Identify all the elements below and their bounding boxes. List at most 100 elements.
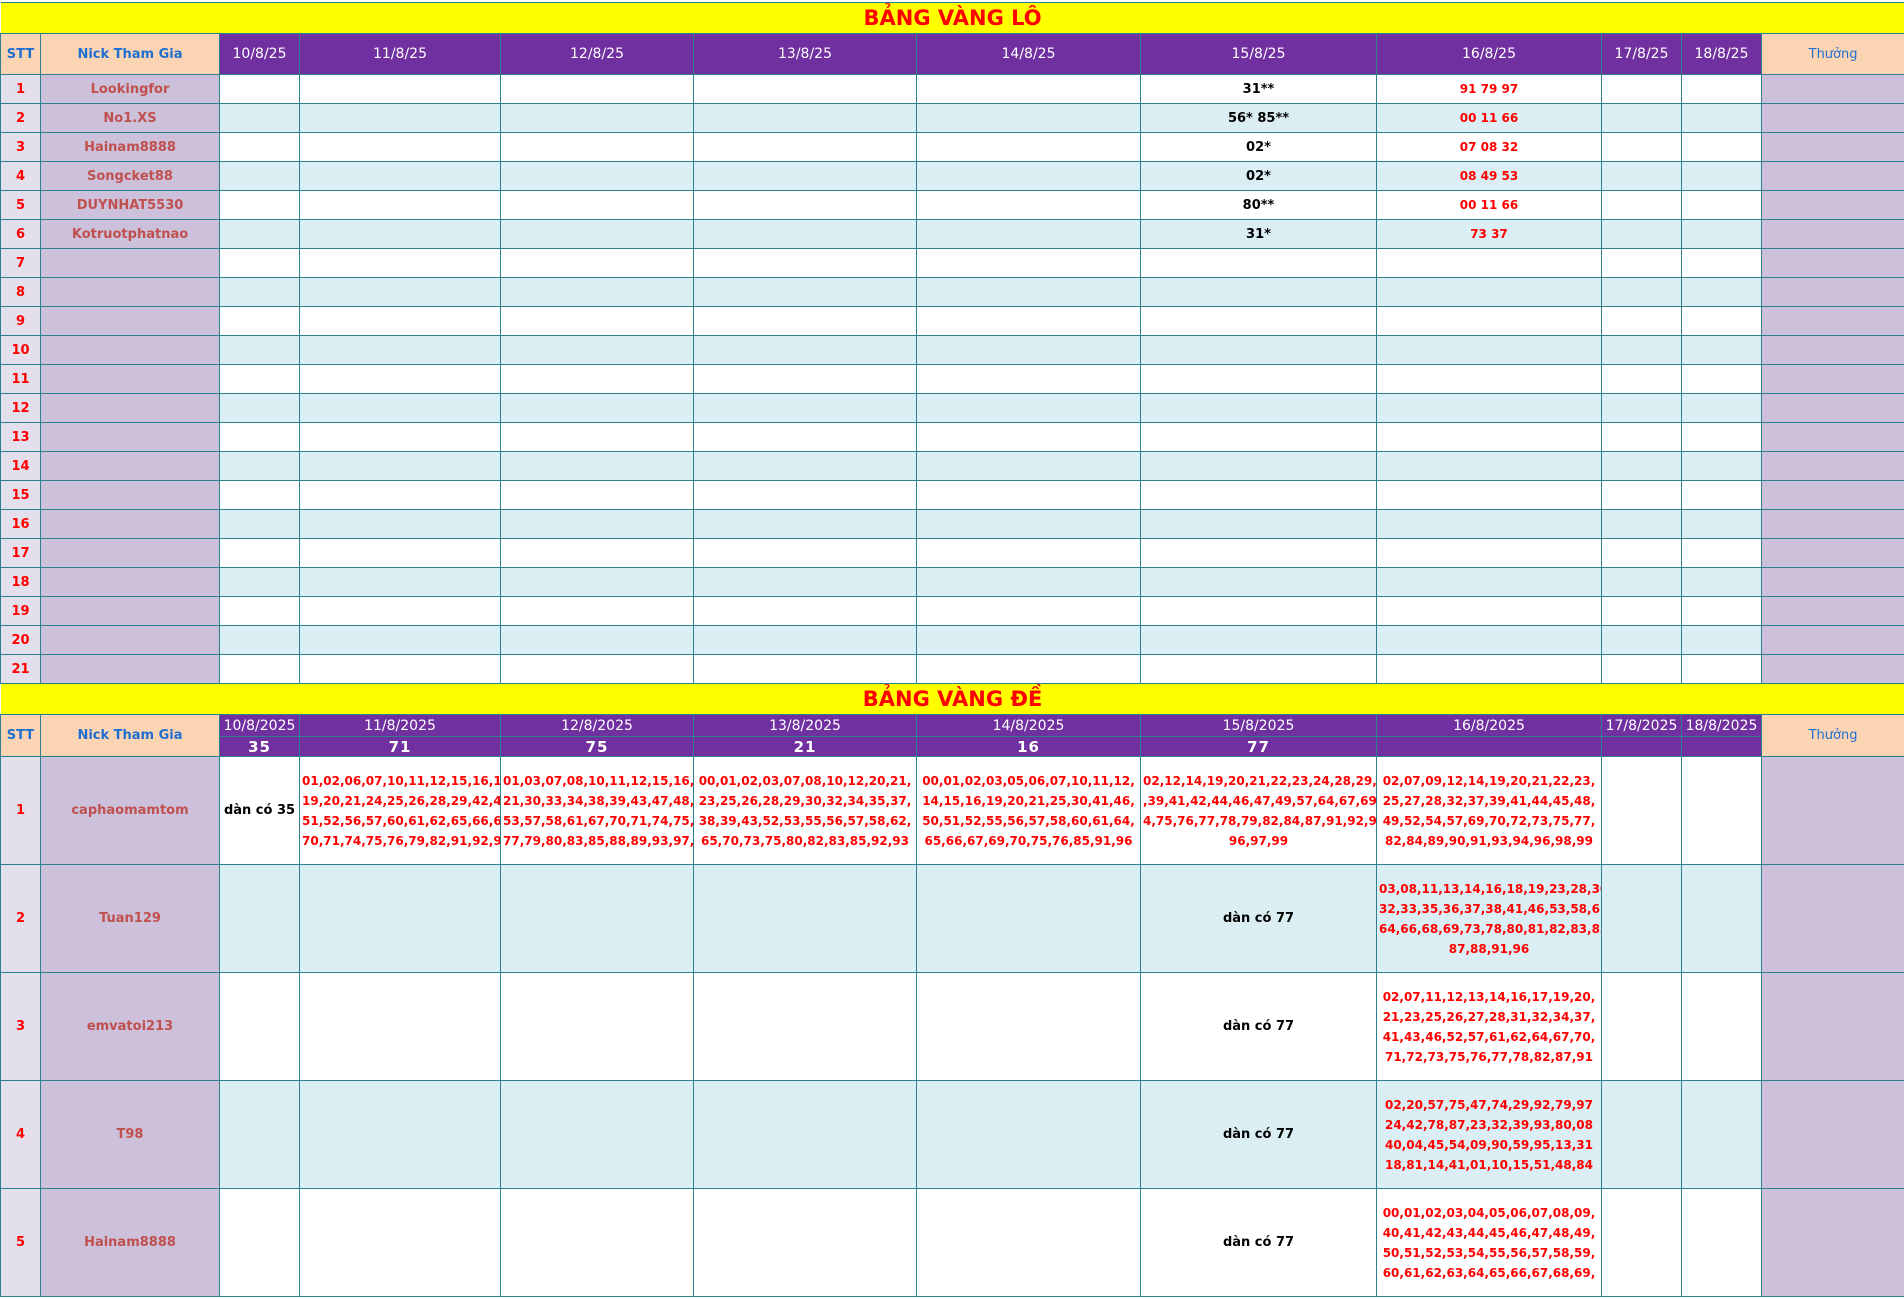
lo-cell-d18[interactable]	[1681, 219, 1762, 249]
de-cell-d11[interactable]: 01,02,06,07,10,11,12,15,16,17, 19,20,21,2…	[299, 756, 501, 865]
lo-cell-d12[interactable]	[500, 161, 694, 191]
lo-cell-d14[interactable]	[916, 335, 1141, 365]
lo-cell-d15[interactable]	[1140, 422, 1377, 452]
lo-cell-d15[interactable]	[1140, 480, 1377, 510]
lo-cell-d15[interactable]	[1140, 538, 1377, 568]
lo-cell-d14[interactable]	[916, 538, 1141, 568]
de-cell-d17[interactable]	[1601, 864, 1682, 973]
lo-cell-d17[interactable]	[1601, 161, 1682, 191]
lo-cell-d13[interactable]	[693, 364, 917, 394]
lo-cell-d11[interactable]	[299, 422, 501, 452]
lo-cell-d18[interactable]	[1681, 422, 1762, 452]
lo-cell-d17[interactable]	[1601, 654, 1682, 684]
lo-cell-d17[interactable]	[1601, 190, 1682, 220]
de-cell-d11[interactable]	[299, 864, 501, 973]
de-cell-d16[interactable]: 00,01,02,03,04,05,06,07,08,09, 40,41,42,4…	[1376, 1188, 1602, 1297]
lo-cell-d18[interactable]	[1681, 480, 1762, 510]
lo-cell-d18[interactable]	[1681, 248, 1762, 278]
lo-cell-d10[interactable]	[219, 393, 300, 423]
lo-cell-d17[interactable]	[1601, 306, 1682, 336]
lo-cell-d16[interactable]: 00 11 66	[1376, 190, 1602, 220]
lo-cell-d16[interactable]	[1376, 393, 1602, 423]
lo-cell-d17[interactable]	[1601, 480, 1682, 510]
de-cell-d15[interactable]: 02,12,14,19,20,21,22,23,24,28,29,32,37 ,3…	[1140, 756, 1377, 865]
lo-cell-d11[interactable]	[299, 161, 501, 191]
lo-cell-d12[interactable]	[500, 567, 694, 597]
lo-cell-d10[interactable]	[219, 306, 300, 336]
lo-cell-d16[interactable]	[1376, 306, 1602, 336]
lo-cell-d13[interactable]	[693, 596, 917, 626]
lo-cell-d12[interactable]	[500, 277, 694, 307]
lo-cell-d13[interactable]	[693, 567, 917, 597]
lo-cell-d16[interactable]	[1376, 335, 1602, 365]
lo-cell-d12[interactable]	[500, 422, 694, 452]
de-cell-d14[interactable]	[916, 1188, 1141, 1297]
de-cell-d12[interactable]	[500, 864, 694, 973]
lo-cell-d10[interactable]	[219, 538, 300, 568]
lo-cell-d16[interactable]: 73 37	[1376, 219, 1602, 249]
de-cell-d14[interactable]	[916, 1080, 1141, 1189]
lo-cell-d16[interactable]	[1376, 422, 1602, 452]
lo-cell-d15[interactable]	[1140, 306, 1377, 336]
lo-cell-d16[interactable]	[1376, 538, 1602, 568]
de-cell-d10[interactable]	[219, 1188, 300, 1297]
lo-cell-d16[interactable]	[1376, 451, 1602, 481]
lo-cell-d15[interactable]	[1140, 596, 1377, 626]
lo-cell-d13[interactable]	[693, 306, 917, 336]
de-cell-d13[interactable]: 00,01,02,03,07,08,10,12,20,21, 23,25,26,2…	[693, 756, 917, 865]
lo-cell-d14[interactable]	[916, 219, 1141, 249]
de-cell-d14[interactable]: 00,01,02,03,05,06,07,10,11,12, 14,15,16,1…	[916, 756, 1141, 865]
lo-cell-d11[interactable]	[299, 596, 501, 626]
lo-cell-d15[interactable]	[1140, 509, 1377, 539]
lo-cell-d18[interactable]	[1681, 596, 1762, 626]
lo-cell-d16[interactable]	[1376, 248, 1602, 278]
lo-cell-d10[interactable]	[219, 132, 300, 162]
lo-cell-d12[interactable]	[500, 132, 694, 162]
de-cell-d13[interactable]	[693, 864, 917, 973]
lo-cell-d18[interactable]	[1681, 161, 1762, 191]
lo-cell-d11[interactable]	[299, 538, 501, 568]
lo-cell-d13[interactable]	[693, 161, 917, 191]
lo-cell-d17[interactable]	[1601, 335, 1682, 365]
lo-cell-d15[interactable]: 31**	[1140, 74, 1377, 104]
lo-cell-d14[interactable]	[916, 364, 1141, 394]
lo-cell-d10[interactable]	[219, 480, 300, 510]
lo-cell-d11[interactable]	[299, 74, 501, 104]
lo-cell-d18[interactable]	[1681, 451, 1762, 481]
lo-cell-d18[interactable]	[1681, 277, 1762, 307]
lo-cell-d14[interactable]	[916, 248, 1141, 278]
lo-cell-d12[interactable]	[500, 248, 694, 278]
lo-cell-d15[interactable]	[1140, 625, 1377, 655]
lo-cell-d11[interactable]	[299, 567, 501, 597]
de-cell-d18[interactable]	[1681, 1188, 1762, 1297]
lo-cell-d18[interactable]	[1681, 538, 1762, 568]
lo-cell-d17[interactable]	[1601, 422, 1682, 452]
lo-cell-d10[interactable]	[219, 190, 300, 220]
lo-cell-d15[interactable]	[1140, 654, 1377, 684]
lo-cell-d12[interactable]	[500, 74, 694, 104]
lo-cell-d17[interactable]	[1601, 625, 1682, 655]
lo-cell-d17[interactable]	[1601, 277, 1682, 307]
lo-cell-d12[interactable]	[500, 509, 694, 539]
lo-cell-d10[interactable]	[219, 74, 300, 104]
lo-cell-d12[interactable]	[500, 335, 694, 365]
lo-cell-d18[interactable]	[1681, 103, 1762, 133]
de-cell-d12[interactable]	[500, 1188, 694, 1297]
de-cell-d18[interactable]	[1681, 972, 1762, 1081]
lo-cell-d18[interactable]	[1681, 393, 1762, 423]
lo-cell-d12[interactable]	[500, 480, 694, 510]
lo-cell-d10[interactable]	[219, 277, 300, 307]
de-cell-d17[interactable]	[1601, 1080, 1682, 1189]
lo-cell-d17[interactable]	[1601, 248, 1682, 278]
lo-cell-d16[interactable]	[1376, 509, 1602, 539]
lo-cell-d16[interactable]: 08 49 53	[1376, 161, 1602, 191]
de-cell-d16[interactable]: 02,07,11,12,13,14,16,17,19,20, 21,23,25,2…	[1376, 972, 1602, 1081]
lo-cell-d13[interactable]	[693, 451, 917, 481]
lo-cell-d15[interactable]	[1140, 393, 1377, 423]
de-cell-d11[interactable]	[299, 972, 501, 1081]
de-cell-d12[interactable]: 01,03,07,08,10,11,12,15,16,17, 21,30,33,3…	[500, 756, 694, 865]
lo-cell-d15[interactable]: 02*	[1140, 132, 1377, 162]
lo-cell-d13[interactable]	[693, 190, 917, 220]
lo-cell-d11[interactable]	[299, 393, 501, 423]
lo-cell-d18[interactable]	[1681, 132, 1762, 162]
